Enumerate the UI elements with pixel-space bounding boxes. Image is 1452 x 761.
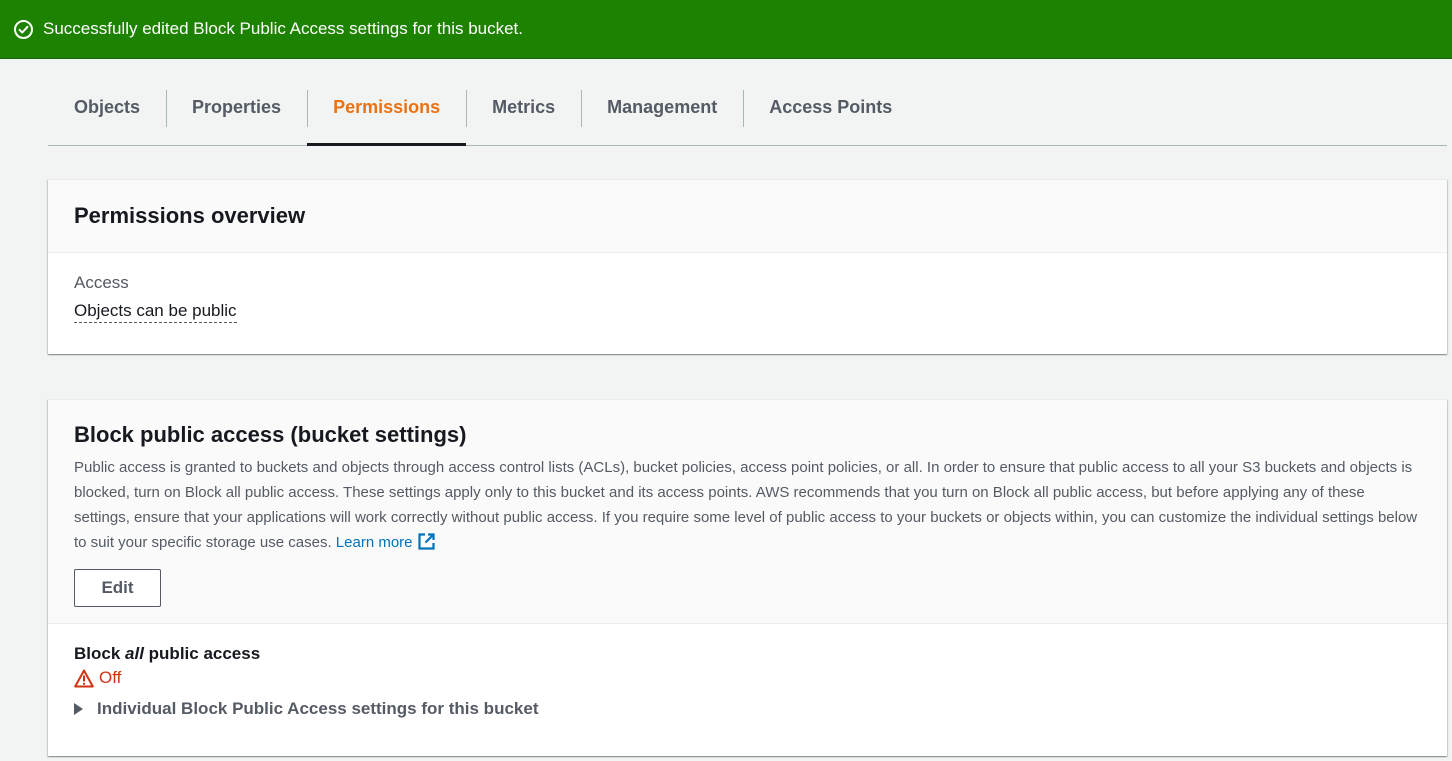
success-flash-banner: Successfully edited Block Public Access … — [0, 0, 1452, 59]
block-public-access-body: Block all public access Off Individual B… — [48, 624, 1447, 739]
access-label: Access — [74, 273, 129, 292]
permissions-overview-header: Permissions overview — [48, 180, 1447, 253]
block-public-access-title: Block public access (bucket settings) — [74, 422, 467, 447]
permissions-overview-body: Access Objects can be public — [48, 253, 1447, 343]
check-circle-icon — [13, 19, 34, 40]
tab-management[interactable]: Management — [581, 70, 743, 145]
learn-more-label: Learn more — [335, 534, 413, 551]
flash-message: Successfully edited Block Public Access … — [43, 19, 524, 38]
block-public-access-description: Public access is granted to buckets and … — [74, 455, 1424, 555]
tab-properties[interactable]: Properties — [166, 70, 307, 145]
bucket-tabs: Objects Properties Permissions Metrics M… — [48, 70, 1447, 146]
block-all-public-access-label: Block all public access — [74, 644, 1421, 664]
status-text: Off — [99, 668, 122, 687]
access-value[interactable]: Objects can be public — [74, 301, 237, 323]
setting-prefix: Block — [74, 644, 126, 663]
setting-emphasis: all — [125, 644, 144, 663]
individual-settings-expander[interactable]: Individual Block Public Access settings … — [74, 699, 1421, 719]
block-all-status: Off — [74, 668, 1421, 688]
tab-objects[interactable]: Objects — [48, 70, 166, 145]
caret-right-icon — [74, 703, 83, 715]
permissions-overview-card: Permissions overview Access Objects can … — [48, 179, 1447, 354]
permissions-overview-title: Permissions overview — [74, 203, 306, 228]
block-public-access-card: Block public access (bucket settings) Pu… — [48, 399, 1447, 756]
warning-icon — [74, 669, 94, 687]
external-link-icon — [417, 532, 436, 551]
tab-metrics[interactable]: Metrics — [466, 70, 581, 145]
block-public-access-header: Block public access (bucket settings) Pu… — [48, 400, 1447, 624]
description-text: Public access is granted to buckets and … — [74, 459, 1418, 551]
setting-suffix: public access — [143, 644, 261, 663]
tab-access-points[interactable]: Access Points — [743, 70, 918, 145]
edit-button[interactable]: Edit — [74, 569, 161, 607]
expander-label: Individual Block Public Access settings … — [97, 699, 539, 718]
learn-more-link[interactable]: Learn more — [335, 532, 436, 551]
tab-permissions[interactable]: Permissions — [307, 70, 467, 146]
